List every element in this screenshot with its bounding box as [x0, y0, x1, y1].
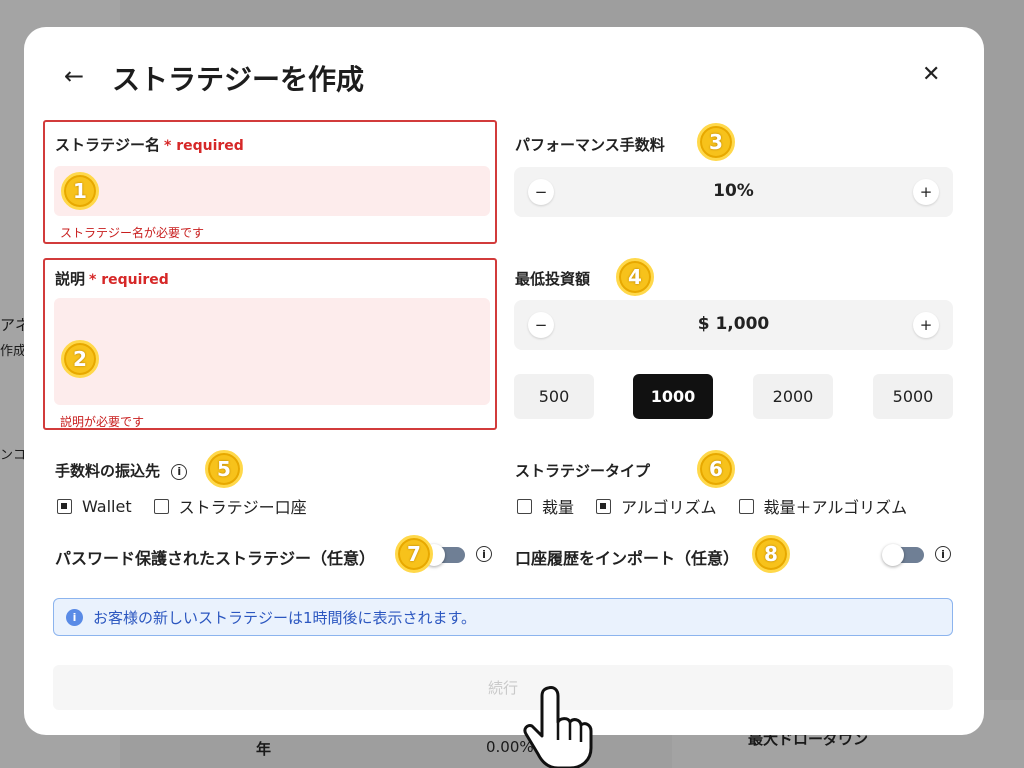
required-marker: * required: [89, 272, 169, 288]
continue-button[interactable]: 続行: [53, 665, 953, 710]
min-investment-stepper: − $ 1,000 +: [514, 300, 953, 350]
required-marker: * required: [164, 138, 244, 154]
fee-destination-options: Wallet ストラテジー口座: [57, 494, 329, 518]
option-wallet[interactable]: Wallet: [57, 497, 132, 516]
step-badge-2: 2: [61, 340, 99, 378]
step-badge-6: 6: [697, 450, 735, 488]
notice-text: お客様の新しいストラテジーは1時間後に表示されます。: [93, 608, 477, 627]
preset-1000-button[interactable]: 1000: [633, 374, 713, 419]
step-badge-1: 1: [61, 172, 99, 210]
checkbox-wallet[interactable]: [57, 498, 72, 514]
preset-5000-button[interactable]: 5000: [873, 374, 953, 419]
info-icon: i: [66, 608, 83, 626]
checkbox-discretionary-algorithm[interactable]: [738, 498, 754, 514]
performance-fee-stepper: − 10% +: [514, 167, 953, 217]
step-badge-4: 4: [616, 258, 654, 296]
strategy-type-label: ストラテジータイプ: [515, 462, 651, 480]
preset-2000-button[interactable]: 2000: [753, 374, 833, 419]
step-badge-3: 3: [697, 123, 735, 161]
hand-pointer-icon: [523, 686, 593, 768]
checkbox-strategy-account[interactable]: [153, 498, 169, 514]
strategy-name-error: ストラテジー名が必要です: [60, 226, 205, 240]
description-input[interactable]: [54, 298, 490, 405]
description-label: 説明 * required: [55, 270, 169, 288]
min-investment-label: 最低投資額: [515, 270, 591, 288]
strategy-name-input[interactable]: [54, 166, 490, 216]
checkbox-algorithm[interactable]: [596, 498, 612, 514]
info-icon[interactable]: i: [935, 546, 951, 562]
info-icon[interactable]: i: [171, 463, 188, 480]
performance-fee-value: 10%: [713, 181, 754, 201]
step-badge-8: 8: [752, 535, 790, 573]
min-investment-value: $ 1,000: [697, 314, 770, 334]
preset-500-button[interactable]: 500: [514, 374, 594, 419]
option-discretionary[interactable]: 裁量: [517, 494, 574, 518]
step-badge-5: 5: [205, 450, 243, 488]
option-discretionary-algorithm[interactable]: 裁量＋アルゴリズム: [738, 494, 907, 518]
increase-fee-button[interactable]: +: [913, 179, 939, 205]
password-protected-label: パスワード保護されたストラテジー（任意）: [55, 549, 376, 568]
option-algorithm[interactable]: アルゴリズム: [596, 494, 717, 518]
strategy-name-label: ストラテジー名 * required: [55, 136, 244, 154]
import-history-toggle[interactable]: [882, 544, 924, 566]
fee-destination-label: 手数料の振込先 i: [55, 460, 188, 481]
performance-fee-label: パフォーマンス手数料: [515, 136, 665, 154]
increase-investment-button[interactable]: +: [913, 312, 939, 338]
info-icon[interactable]: i: [476, 546, 492, 562]
modal-title: ストラテジーを作成: [112, 63, 365, 96]
visibility-notice: i お客様の新しいストラテジーは1時間後に表示されます。: [53, 598, 953, 636]
arrow-left-icon[interactable]: ←: [64, 62, 84, 90]
strategy-type-options: 裁量 アルゴリズム 裁量＋アルゴリズム: [517, 494, 907, 518]
option-strategy-account[interactable]: ストラテジー口座: [153, 494, 307, 518]
close-icon[interactable]: ✕: [922, 62, 940, 87]
bg-year-label: 年: [256, 740, 272, 758]
description-error: 説明が必要です: [60, 415, 145, 429]
import-history-label: 口座履歴をインポート（任意）: [515, 549, 740, 568]
step-badge-7: 7: [395, 535, 433, 573]
checkbox-discretionary[interactable]: [517, 498, 532, 514]
